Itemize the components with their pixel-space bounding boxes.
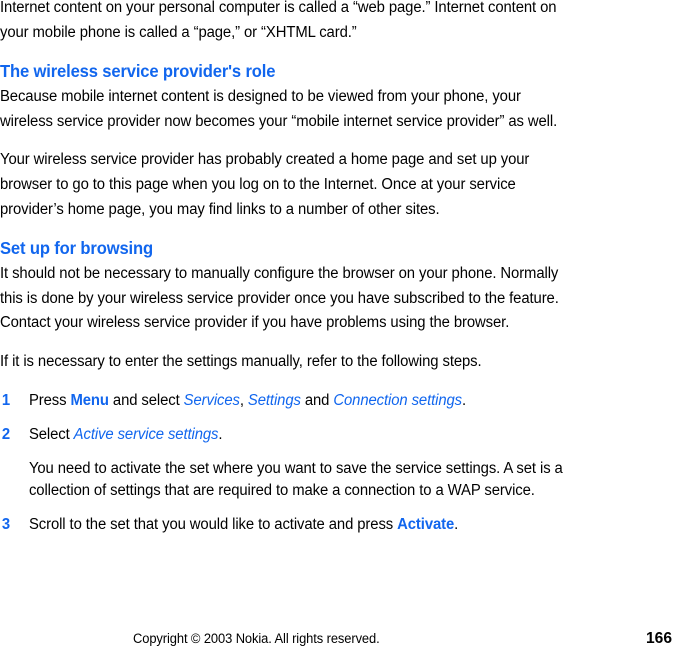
step-text: . — [461, 391, 467, 409]
setup-steps-list: 1 Press Menu and select Services, Setting… — [0, 389, 566, 538]
page-content: Internet content on your personal comput… — [0, 0, 566, 547]
step-text: and select — [108, 391, 184, 409]
copyright-notice: Copyright © 2003 Nokia. All rights reser… — [133, 631, 380, 646]
step-item-1: 1 Press Menu and select Services, Setting… — [0, 389, 594, 414]
step-number: 3 — [1, 515, 11, 533]
provider-paragraph-1: Because mobile internet content is desig… — [0, 88, 558, 130]
menu-item-settings: Settings — [247, 391, 301, 409]
step-text: . — [218, 426, 223, 444]
setup-paragraph-1: It should not be necessary to manually c… — [0, 265, 559, 332]
step-text: Press — [28, 391, 71, 409]
page-number: 166 — [645, 630, 672, 647]
step-number: 1 — [1, 391, 11, 409]
step-text: , — [239, 391, 248, 409]
key-label-menu: Menu — [70, 391, 109, 409]
menu-item-services: Services — [183, 391, 240, 409]
step-text: and — [300, 391, 334, 409]
step-text: . — [454, 515, 459, 533]
step-number: 2 — [1, 426, 11, 444]
menu-item-active-service-settings: Active service settings — [73, 426, 219, 444]
step-2-note: You need to activate the set where you w… — [28, 459, 563, 500]
setup-paragraph-2: If it is necessary to enter the settings… — [0, 352, 482, 370]
step-item-3: 3 Scroll to the set that you would like t… — [0, 513, 594, 538]
step-text: Select — [28, 426, 74, 444]
heading-wireless-service-provider-role: The wireless service provider's role — [0, 61, 276, 82]
step-item-2: 2 Select Active service settings. — [0, 423, 594, 448]
intro-paragraph: Internet content on your personal comput… — [0, 0, 557, 41]
step-text: Scroll to the set that you would like to… — [28, 515, 398, 533]
document-page: Internet content on your personal comput… — [0, 0, 674, 649]
menu-item-connection-settings: Connection settings — [333, 391, 462, 409]
heading-set-up-for-browsing: Set up for browsing — [0, 238, 153, 259]
key-label-activate: Activate — [397, 515, 455, 533]
page-footer: Copyright © 2003 Nokia. All rights reser… — [0, 628, 674, 649]
provider-paragraph-2: Your wireless service provider has proba… — [0, 151, 530, 218]
